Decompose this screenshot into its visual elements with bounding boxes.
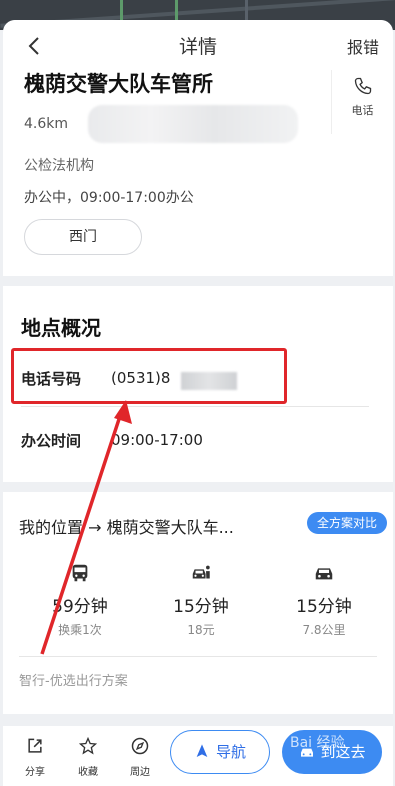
navigate-button[interactable]: 导航 [170, 730, 270, 774]
share-button[interactable]: 分享 [17, 736, 53, 778]
phone-icon [354, 77, 371, 95]
compare-plans-button[interactable]: 全方案对比 [306, 512, 387, 534]
car-time: 15分钟 [296, 597, 352, 617]
mode-taxi[interactable]: 15分钟 18元 [146, 562, 256, 638]
poi-name: 槐荫交警大队车管所 [24, 72, 213, 96]
bus-time: 59分钟 [52, 597, 108, 617]
bus-icon [72, 564, 88, 582]
hours-row: 办公时间 09:00-17:00 [21, 430, 369, 460]
taxi-icon [192, 565, 210, 579]
overview-title: 地点概况 [21, 316, 101, 340]
car-sub: 7.8公里 [302, 623, 346, 637]
favorite-button[interactable]: 收藏 [70, 736, 106, 778]
hours-key: 办公时间 [21, 432, 82, 450]
nav-bar: 详情 报错 [3, 20, 393, 70]
phone-label: 电话 [351, 104, 374, 117]
share-label: 分享 [25, 767, 45, 778]
car-icon [315, 568, 333, 580]
divider [19, 656, 377, 657]
poi-info-card: 详情 报错 槐荫交警大队车管所 电话 4.6km 公检法机构 办公中，09:00… [3, 20, 393, 276]
address-blurred [88, 105, 298, 143]
mode-bus[interactable]: 59分钟 换乘1次 [25, 562, 135, 638]
status-hours-text: 办公中，09:00-17:00办公 [24, 190, 194, 206]
distance-text: 4.6km [24, 116, 69, 132]
mode-car[interactable]: 15分钟 7.8公里 [269, 562, 379, 638]
navigation-arrow-icon [196, 744, 208, 757]
nearby-button[interactable]: 周边 [122, 736, 158, 778]
category-text: 公检法机构 [24, 158, 94, 174]
favorite-label: 收藏 [78, 767, 98, 778]
navigate-label: 导航 [215, 743, 246, 761]
phone-call-button[interactable]: 电话 [331, 70, 393, 134]
route-header[interactable]: 我的位置 → 槐荫交警大队车... [19, 514, 234, 538]
nearby-label: 周边 [130, 767, 150, 778]
highlight-annotation-box [11, 348, 287, 404]
smart-travel-label[interactable]: 智行-优选出行方案 [19, 670, 128, 689]
watermark: Bai 经验 [290, 735, 345, 751]
page-title: 详情 [178, 36, 217, 58]
divider [21, 406, 369, 407]
hours-value: 09:00-17:00 [111, 431, 203, 449]
share-icon [28, 738, 42, 753]
gate-button[interactable]: 西门 [24, 219, 142, 255]
compass-icon [131, 737, 149, 755]
route-card: 我的位置 → 槐荫交警大队车... 全方案对比 59分钟 换乘1次 15分钟 1… [3, 492, 393, 714]
star-icon [78, 736, 98, 755]
report-button[interactable]: 报错 [347, 34, 379, 58]
taxi-sub: 18元 [187, 623, 215, 637]
bus-sub: 换乘1次 [58, 623, 102, 637]
taxi-time: 15分钟 [173, 597, 229, 617]
